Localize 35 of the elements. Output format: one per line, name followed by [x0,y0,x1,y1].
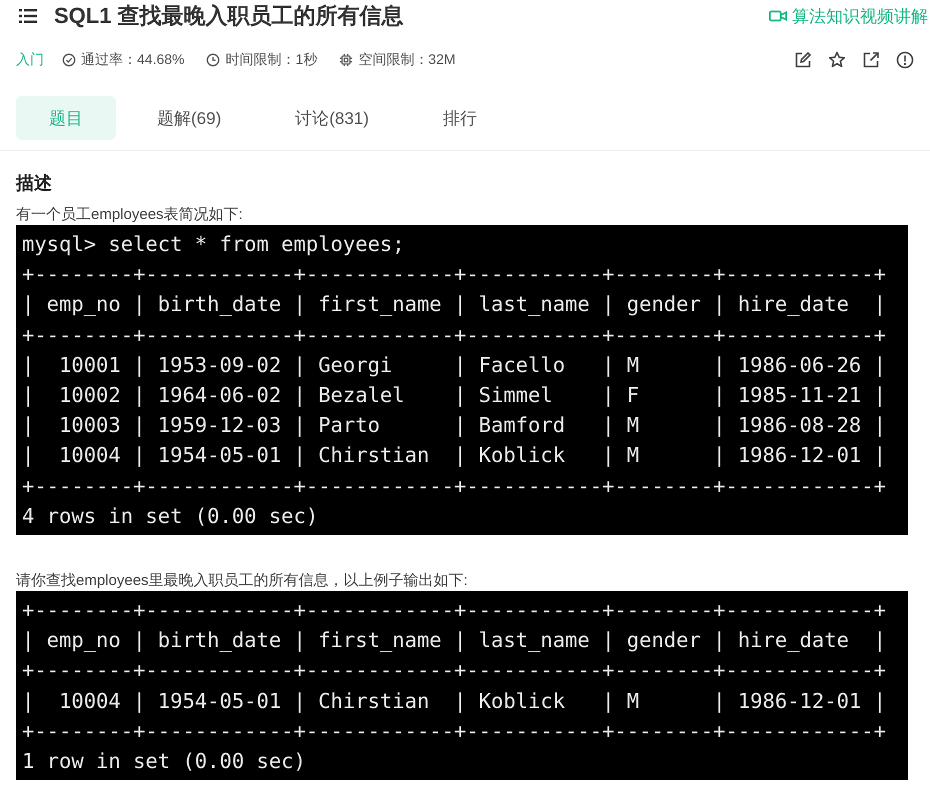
terminal-line: +--------+------------+------------+-----------+--------+------------+ [22,261,887,288]
star-icon[interactable] [828,51,846,69]
memory-limit: 空间限制：32M [358,51,456,69]
time-limit: 时间限制：1秒 [225,51,318,69]
terminal-line: +--------+------------+------------+-----------+--------+------------+ [22,472,887,500]
edit-icon[interactable] [794,51,812,69]
terminal-line: | emp_no | birth_date | first_name | last_name | gender | hire_date | [22,291,887,318]
difficulty-label: 入门 [16,51,44,69]
terminal-line: +--------+------------+------------+-----------+--------+------------+ [22,322,887,349]
tab[interactable]: 排行 [410,96,510,140]
clock-icon [206,53,220,67]
description-text: 有一个员工employees表简况如下: [16,205,244,225]
terminal-line: | 10004 | 1954-05-01 | Chirstian | Koblick | M | 1986-12-01 | [22,442,887,470]
terminal-line: +--------+------------+------------+-----------+--------+------------+ [22,657,887,684]
terminal-line: | emp_no | birth_date | first_name | last_name | gender | hire_date | [22,627,887,654]
terminal-line: 4 rows in set (0.00 sec) [22,502,320,530]
terminal-line: | 10004 | 1954-05-01 | Chirstian | Koblick | M | 1986-12-01 | [22,688,887,715]
check-circle-icon [62,53,76,67]
description-text: 请你查找employees里最晚入职员工的所有信息，以上例子输出如下: [16,571,469,592]
info-icon[interactable] [896,51,914,69]
terminal-line: mysql> select * from employees; [22,231,406,258]
terminal-line: +--------+------------+------------+-----------+--------+------------+ [22,718,887,745]
terminal-line: | 10003 | 1959-12-03 | Parto | Bamford | M | 1986-08-28 | [22,412,887,440]
problem-title: SQL1 查找最晚入职员工的所有信息 [54,2,404,30]
share-icon[interactable] [862,51,880,69]
section-heading: 描述 [16,172,53,195]
menu-icon[interactable] [18,6,38,26]
terminal-line: | 10002 | 1964-06-02 | Bezalel | Simmel | F | 1985-11-21 | [22,382,887,410]
tab[interactable]: 讨论(831) [262,96,402,140]
chip-icon [339,53,354,67]
terminal-line: 1 row in set (0.00 sec) [22,748,307,776]
tab[interactable]: 题解(69) [124,96,254,140]
pass-rate: 通过率：44.68% [81,51,184,69]
terminal-line: +--------+------------+------------+-----------+--------+------------+ [22,597,887,624]
terminal-line: | 10001 | 1953-09-02 | Georgi | Facello | M | 1986-06-26 | [22,352,887,379]
